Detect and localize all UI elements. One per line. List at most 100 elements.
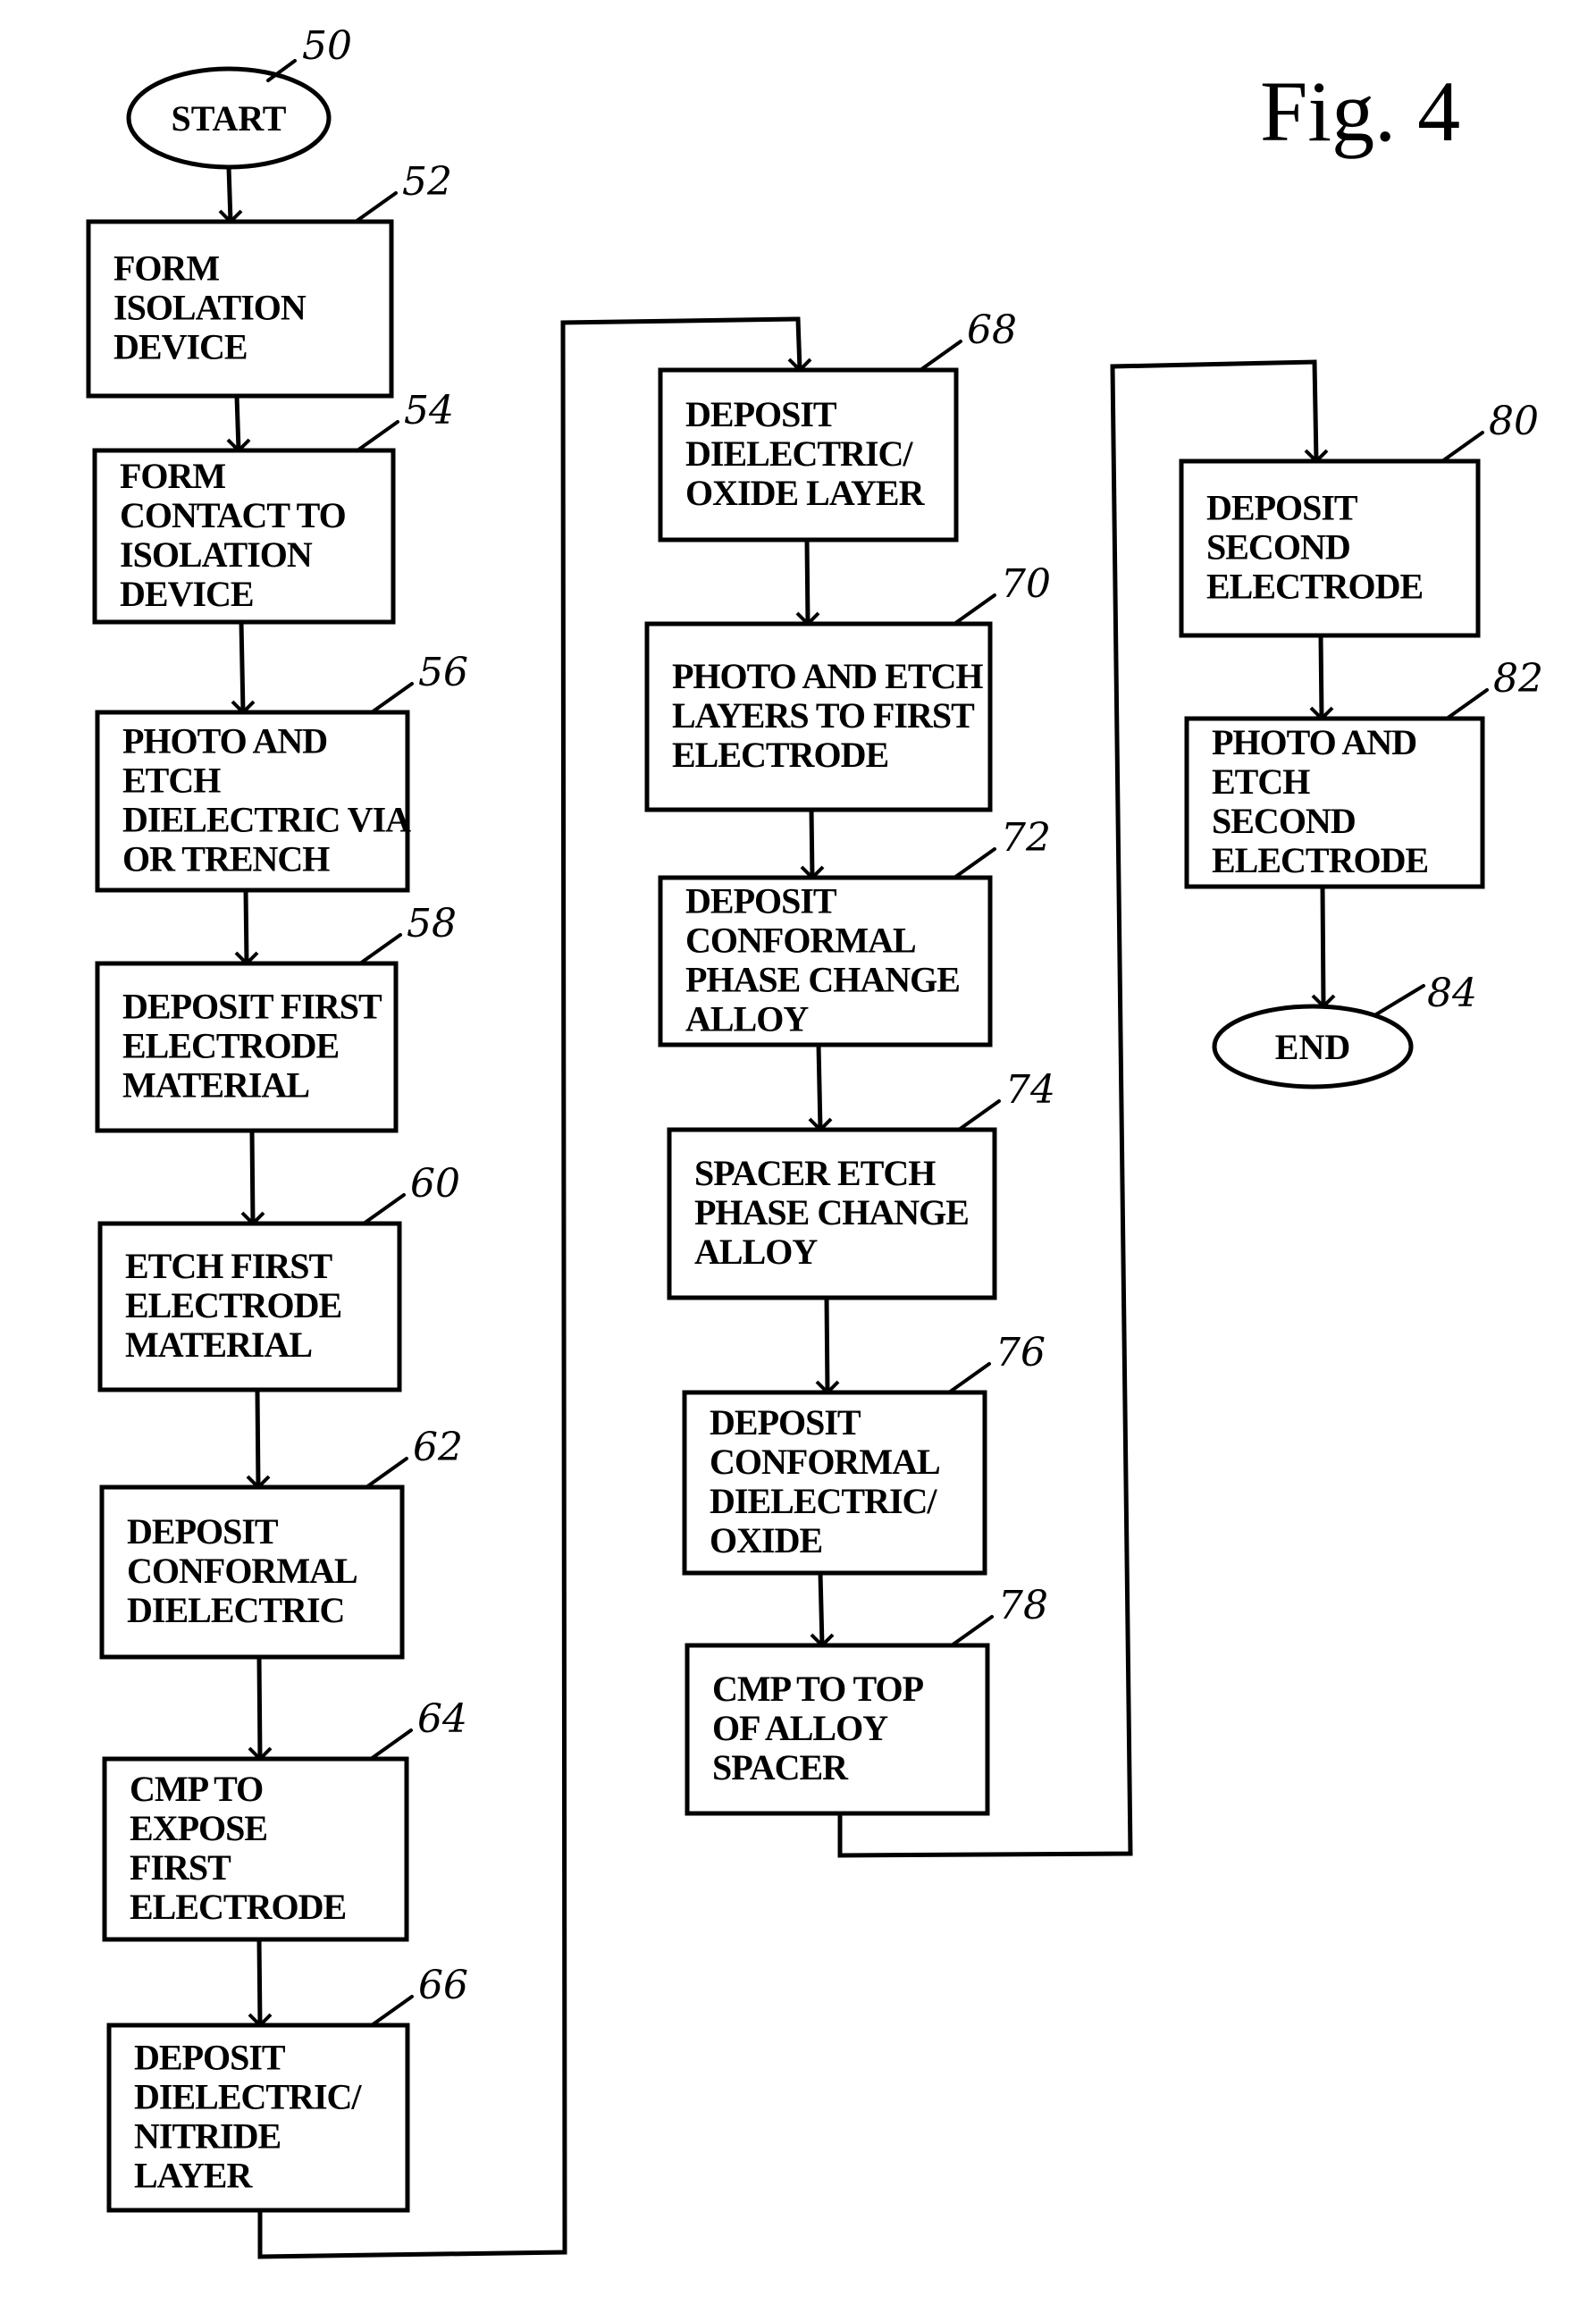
end-terminal: END 84: [1212, 971, 1477, 1089]
connector-58-60: [249, 1130, 256, 1224]
step-label-line: FORM: [113, 248, 219, 289]
step-label-line: PHOTO AND: [122, 721, 327, 761]
step-label-line: ETCH: [122, 761, 221, 801]
step-label-line: DEPOSIT: [127, 1511, 279, 1552]
end-label: END: [1275, 1027, 1350, 1067]
ref-number: 82: [1493, 656, 1543, 702]
step-label-line: MATERIAL: [122, 1065, 309, 1106]
ref-leader: [362, 1193, 406, 1225]
step-label-line: DEVICE: [120, 574, 254, 614]
step-78: CMP TO TOPOF ALLOYSPACER 78: [685, 1583, 1048, 1816]
ref-number: 54: [404, 388, 454, 433]
ref-number: 64: [417, 1696, 467, 1742]
step-label-line: EXPOSE: [130, 1808, 267, 1848]
step-label-line: NITRIDE: [134, 2116, 281, 2157]
step-label-line: ETCH FIRST: [125, 1246, 332, 1286]
step-label-line: SECOND: [1206, 527, 1350, 568]
step-54: FORMCONTACT TOISOLATIONDEVICE 54: [92, 388, 454, 625]
step-label-line: CMP TO TOP: [712, 1669, 924, 1709]
ref-number: 76: [995, 1330, 1046, 1375]
ref-leader: [1445, 688, 1489, 720]
step-label-line: ELECTRODE: [672, 735, 888, 775]
step-label-line: OXIDE: [710, 1520, 822, 1560]
step-label-line: DIELECTRIC VIA: [122, 800, 411, 840]
step-label-line: CMP TO: [130, 1769, 263, 1809]
connector-70-72: [809, 809, 815, 879]
ref-leader: [947, 1362, 991, 1394]
ref-number: 56: [418, 650, 468, 695]
step-label-line: SPACER ETCH: [694, 1153, 936, 1193]
step-72: DEPOSITCONFORMALPHASE CHANGEALLOY 72: [658, 815, 1051, 1047]
step-label-line: ELECTRODE: [1206, 567, 1423, 607]
ref-number: 52: [402, 159, 452, 205]
ref-leader: [1374, 984, 1425, 1016]
step-label-line: CONTACT TO: [120, 495, 346, 535]
step-68: DEPOSITDIELECTRIC/OXIDE LAYER 68: [658, 307, 1017, 543]
ref-leader: [1441, 431, 1484, 463]
ref-number: 72: [1001, 815, 1051, 861]
step-70: PHOTO AND ETCHLAYERS TO FIRSTELECTRODE 70: [644, 561, 1051, 812]
step-label-line: DEPOSIT FIRST: [122, 987, 382, 1027]
step-label-line: ISOLATION: [113, 288, 307, 328]
step-60: ETCH FIRSTELECTRODEMATERIAL 60: [97, 1161, 460, 1392]
step-label-line: DIELECTRIC: [127, 1590, 344, 1630]
step-label-line: OR TRENCH: [122, 839, 330, 879]
ref-number: 50: [302, 23, 352, 69]
step-label-line: OXIDE LAYER: [685, 473, 926, 513]
connector-64-66: [256, 1939, 263, 2026]
connector-60-62: [255, 1389, 261, 1488]
process-steps: FORMISOLATIONDEVICE52FORMCONTACT TOISOLA…: [86, 159, 1543, 2213]
ref-leader: [354, 191, 398, 223]
step-82: PHOTO ANDETCHSECONDELECTRODE 82: [1184, 656, 1543, 889]
step-66: DEPOSITDIELECTRIC/NITRIDELAYER 66: [106, 1963, 468, 2213]
ref-number: 68: [967, 307, 1017, 353]
ref-number: 70: [1001, 561, 1051, 607]
step-label-line: SPACER: [712, 1747, 849, 1787]
step-label-line: ELECTRODE: [130, 1887, 346, 1927]
connector-54-56: [239, 621, 246, 713]
connector-62-64: [256, 1656, 263, 1760]
step-label-line: DIELECTRIC/: [710, 1481, 937, 1521]
ref-leader: [370, 682, 414, 714]
ref-leader: [358, 933, 402, 965]
step-label-line: LAYERS TO FIRST: [672, 695, 975, 736]
ref-leader: [950, 1615, 994, 1647]
step-label-line: DEVICE: [113, 327, 248, 367]
ref-number: 62: [413, 1425, 463, 1470]
step-label-line: DIELECTRIC/: [685, 433, 913, 474]
step-label-line: PHOTO AND ETCH: [672, 656, 983, 696]
step-label-line: ELECTRODE: [1212, 840, 1428, 880]
step-label-line: ELECTRODE: [122, 1026, 339, 1066]
step-label-line: OF ALLOY: [712, 1708, 888, 1748]
step-label-line: ELECTRODE: [125, 1285, 341, 1325]
ref-number: 78: [998, 1583, 1048, 1628]
step-label-line: ALLOY: [694, 1232, 818, 1272]
step-label-line: MATERIAL: [125, 1325, 312, 1365]
flowchart-diagram: Fig. 4 START 50 END 84 FORMISOLATIONDEVI…: [86, 23, 1543, 2259]
step-label-line: CONFORMAL: [710, 1442, 940, 1482]
step-label-line: FIRST: [130, 1847, 231, 1888]
step-label-line: ETCH: [1212, 761, 1310, 802]
step-label-line: DIELECTRIC/: [134, 2077, 362, 2117]
ref-number: 66: [418, 1963, 468, 2008]
ref-number: 58: [407, 901, 457, 946]
ref-leader: [953, 593, 996, 626]
step-52: FORMISOLATIONDEVICE 52: [86, 159, 452, 399]
connector-80-82: [1318, 635, 1324, 719]
ref-leader: [369, 1728, 413, 1761]
step-80: DEPOSITSECONDELECTRODE 80: [1179, 399, 1539, 638]
step-label-line: PHOTO AND: [1212, 722, 1416, 762]
step-label-line: CONFORMAL: [127, 1551, 357, 1591]
connector-52-54: [234, 395, 241, 451]
ref-number: 74: [1005, 1067, 1055, 1113]
step-74: SPACER ETCHPHASE CHANGEALLOY 74: [667, 1067, 1055, 1300]
step-label-line: DEPOSIT: [1206, 488, 1358, 528]
ref-number: 84: [1427, 971, 1477, 1016]
step-label-line: FORM: [120, 456, 225, 496]
start-label: START: [171, 98, 286, 139]
step-76: DEPOSITCONFORMALDIELECTRIC/OXIDE 76: [682, 1330, 1046, 1576]
step-label-line: DEPOSIT: [685, 394, 837, 434]
ref-number: 60: [410, 1161, 460, 1207]
connector-start-52: [226, 166, 233, 223]
step-label-line: DEPOSIT: [685, 881, 837, 921]
